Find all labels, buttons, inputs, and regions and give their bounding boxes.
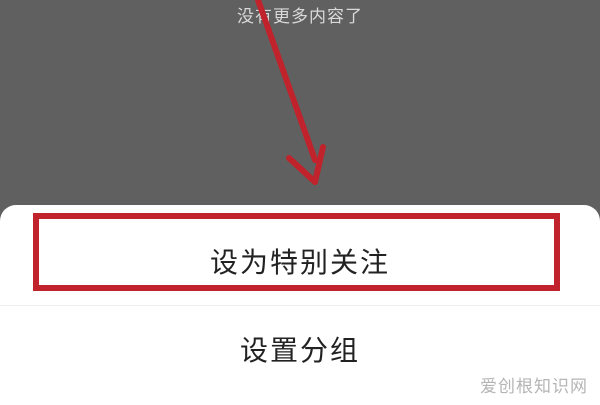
sheet-divider xyxy=(0,305,600,306)
watermark: 爱创根知识网 xyxy=(480,377,588,397)
no-more-content-text: 没有更多内容了 xyxy=(237,7,363,27)
dimmed-background[interactable]: 没有更多内容了 xyxy=(0,0,600,215)
set-group-button[interactable]: 设置分组 xyxy=(0,323,600,379)
phone-screen: 没有更多内容了 设为特别关注 设置分组 爱创根知识网 xyxy=(0,0,600,405)
set-special-follow-button[interactable]: 设为特别关注 xyxy=(0,235,600,291)
